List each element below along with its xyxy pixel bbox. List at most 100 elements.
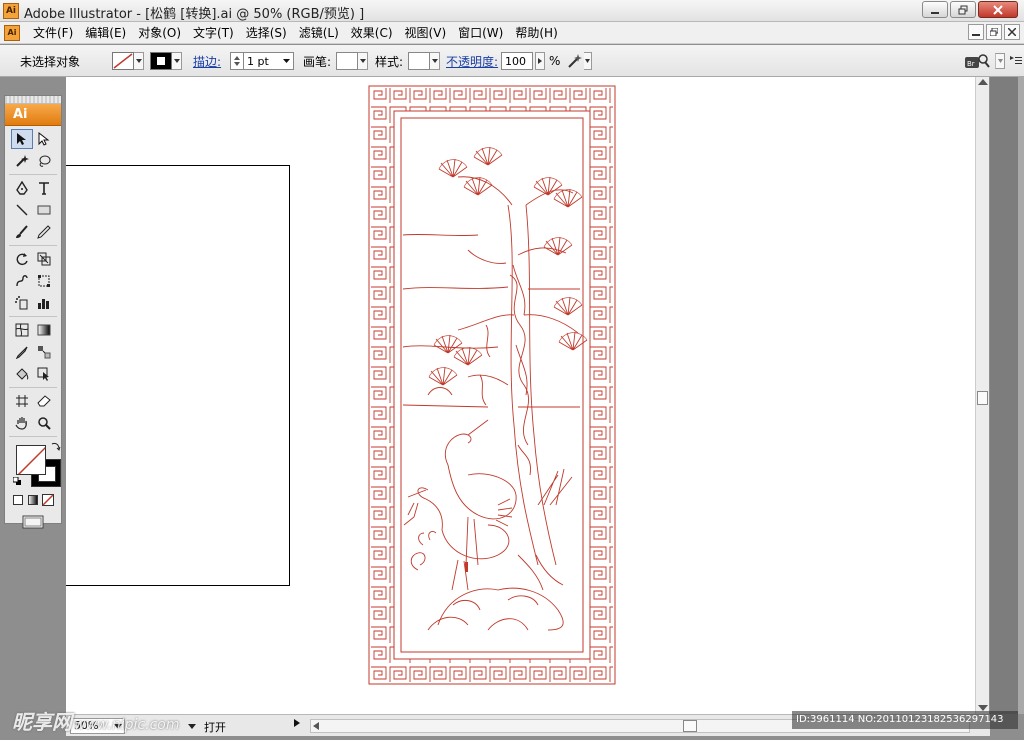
stroke-weight-stepper[interactable] [230, 52, 244, 70]
doc-minimize-button[interactable] [968, 24, 984, 40]
fill-dropdown-arrow[interactable] [134, 52, 144, 70]
fill-color-box[interactable] [16, 445, 46, 475]
warp-tool[interactable] [11, 271, 33, 291]
menu-help[interactable]: 帮助(H) [509, 25, 563, 41]
eyedropper-tool[interactable] [11, 342, 33, 362]
menu-type[interactable]: 文字(T) [187, 25, 240, 41]
magic-wand-tool[interactable] [11, 151, 33, 171]
restore-button[interactable] [950, 1, 976, 18]
isolate-control[interactable] [566, 51, 592, 71]
svg-text:Br: Br [967, 60, 975, 68]
selection-tool[interactable] [11, 129, 33, 149]
minimize-button[interactable] [922, 1, 948, 18]
eraser-tool[interactable] [33, 391, 55, 411]
hand-tool[interactable] [11, 413, 33, 433]
chevron-down-icon [585, 59, 590, 63]
free-transform-tool[interactable] [33, 271, 55, 291]
live-paint-bucket-tool[interactable] [11, 364, 33, 384]
scale-tool[interactable] [33, 249, 55, 269]
menu-edit[interactable]: 编辑(E) [79, 25, 132, 41]
menu-view[interactable]: 视图(V) [399, 25, 453, 41]
column-graph-tool[interactable] [33, 293, 55, 313]
status-info-label: 打开 [204, 721, 226, 734]
symbol-sprayer-tool[interactable] [11, 293, 33, 313]
stroke-weight-field[interactable]: 1 pt [244, 52, 294, 70]
stroke-swatch[interactable] [150, 52, 172, 70]
slice-tool[interactable] [11, 391, 33, 411]
rectangle-tool[interactable] [33, 200, 55, 220]
style-label: 样式: [375, 54, 404, 69]
paint-bucket-icon [16, 368, 29, 380]
vertical-scroll-thumb[interactable] [977, 391, 988, 405]
pencil-tool[interactable] [33, 222, 55, 242]
horizontal-scroll-thumb[interactable] [683, 720, 697, 732]
document-icon[interactable]: Ai [4, 25, 20, 41]
rotate-tool[interactable] [11, 249, 33, 269]
blend-tool[interactable] [33, 342, 55, 362]
stroke-swatch-control[interactable] [150, 51, 182, 71]
opacity-label[interactable]: 不透明度: [446, 51, 498, 71]
vertical-scrollbar[interactable] [975, 77, 989, 714]
pen-tool[interactable] [11, 178, 33, 198]
chevron-down-icon[interactable] [188, 724, 196, 729]
type-tool[interactable] [33, 178, 55, 198]
scroll-up-icon[interactable] [978, 79, 988, 85]
opacity-field[interactable]: 100 [501, 52, 533, 70]
close-button[interactable] [978, 1, 1018, 18]
doc-close-button[interactable] [1004, 24, 1020, 40]
doc-restore-button[interactable] [986, 24, 1002, 40]
panel-menu-button[interactable] [1010, 51, 1022, 71]
pine-crane-artwork[interactable] [368, 85, 616, 685]
style-dropdown-arrow[interactable] [430, 52, 440, 70]
control-panel-dropdown[interactable] [995, 51, 1005, 71]
paintbrush-icon [16, 225, 28, 238]
direct-selection-tool[interactable] [33, 129, 55, 149]
status-menu-arrow[interactable] [294, 719, 300, 730]
fill-swatch[interactable] [112, 52, 134, 70]
menu-effect[interactable]: 效果(C) [345, 25, 399, 41]
style-control[interactable] [408, 51, 440, 71]
brush-swatch[interactable] [336, 52, 358, 70]
mesh-tool[interactable] [11, 320, 33, 340]
gradient-mode-button[interactable] [26, 490, 41, 510]
fill-swatch-control[interactable] [112, 51, 144, 71]
default-fill-stroke-icon[interactable] [13, 477, 22, 486]
stroke-weight-control[interactable]: 1 pt [230, 51, 294, 71]
lasso-icon [39, 155, 51, 167]
color-mode-button[interactable] [11, 490, 26, 510]
stroke-dropdown-arrow[interactable] [172, 52, 182, 70]
column-graph-icon [38, 299, 49, 309]
lasso-tool[interactable] [33, 151, 55, 171]
brush-control[interactable] [336, 51, 368, 71]
swap-fill-stroke-icon[interactable] [51, 441, 61, 451]
free-transform-icon [38, 275, 50, 287]
scroll-left-icon[interactable] [313, 722, 319, 730]
artboard-rectangle[interactable] [66, 165, 290, 586]
menu-file[interactable]: 文件(F) [27, 25, 79, 41]
menu-object[interactable]: 对象(O) [132, 25, 187, 41]
panel-grip[interactable] [5, 96, 61, 104]
chevron-down-icon [359, 59, 366, 63]
none-fill-icon [17, 446, 45, 474]
paintbrush-tool[interactable] [11, 222, 33, 242]
screen-mode-icon [22, 515, 44, 529]
line-segment-tool[interactable] [11, 200, 33, 220]
document-canvas[interactable] [66, 77, 975, 714]
zoom-tool[interactable] [33, 413, 55, 433]
bridge-control[interactable]: Br [964, 51, 990, 71]
magic-wand-icon [16, 155, 29, 167]
gradient-tool[interactable] [33, 320, 55, 340]
style-swatch[interactable] [408, 52, 430, 70]
watermark-site-name: 昵享网 [12, 710, 72, 734]
menu-filter[interactable]: 滤镜(L) [293, 25, 345, 41]
stroke-label[interactable]: 描边: [193, 51, 221, 71]
menu-select[interactable]: 选择(S) [240, 25, 293, 41]
opacity-slider-arrow[interactable] [535, 52, 545, 70]
opacity-control[interactable]: 100 % [501, 51, 560, 71]
none-mode-button[interactable] [40, 490, 55, 510]
live-paint-selection-tool[interactable] [33, 364, 55, 384]
menu-window[interactable]: 窗口(W) [452, 25, 509, 41]
screen-mode-button[interactable] [19, 512, 47, 532]
brush-dropdown-arrow[interactable] [358, 52, 368, 70]
isolate-dropdown-arrow[interactable] [584, 52, 592, 70]
